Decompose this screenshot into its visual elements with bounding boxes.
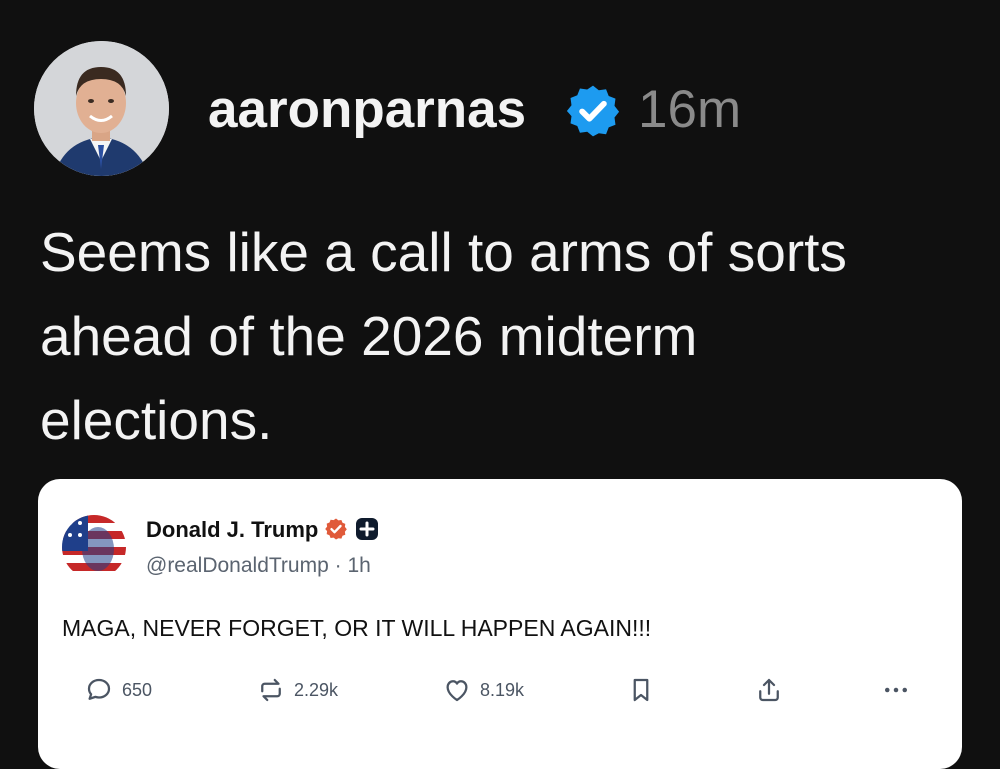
- author-username[interactable]: aaronparnas: [208, 80, 526, 140]
- more-dots-icon: [885, 687, 907, 693]
- reply-count: 650: [122, 679, 153, 700]
- like-button[interactable]: 8.19k: [442, 675, 524, 705]
- share-button[interactable]: [754, 675, 784, 705]
- repost-icon: [261, 678, 281, 702]
- quoted-author-name[interactable]: Donald J. Trump: [146, 517, 318, 543]
- reply-button[interactable]: 650: [84, 675, 152, 705]
- more-options-button[interactable]: [881, 675, 911, 705]
- quoted-post-text: MAGA, NEVER FORGET, OR IT WILL HAPPEN AG…: [62, 615, 652, 641]
- bookmark-button[interactable]: [626, 675, 656, 705]
- repost-count: 2.29k: [294, 679, 339, 700]
- repost-button[interactable]: 2.29k: [256, 675, 338, 705]
- quoted-post-card[interactable]: Donald J. Trump @realDonaldTrump · 1h MA…: [38, 479, 962, 769]
- plus-badge-icon: [356, 518, 378, 540]
- heart-icon: [446, 680, 468, 702]
- bookmark-icon: [633, 678, 649, 702]
- quoted-handle-time: @realDonaldTrump · 1h: [146, 554, 371, 577]
- post-body-text: Seems like a call to arms of sorts ahead…: [40, 221, 847, 451]
- quoted-author-avatar[interactable]: [62, 515, 126, 579]
- author-avatar[interactable]: [34, 41, 169, 176]
- verified-badge-icon: [566, 85, 620, 137]
- quoted-verified-badge-icon: [325, 518, 347, 540]
- like-count: 8.19k: [480, 679, 525, 700]
- post-timestamp: 16m: [638, 80, 742, 139]
- share-icon: [759, 678, 779, 702]
- comment-icon: [87, 678, 111, 700]
